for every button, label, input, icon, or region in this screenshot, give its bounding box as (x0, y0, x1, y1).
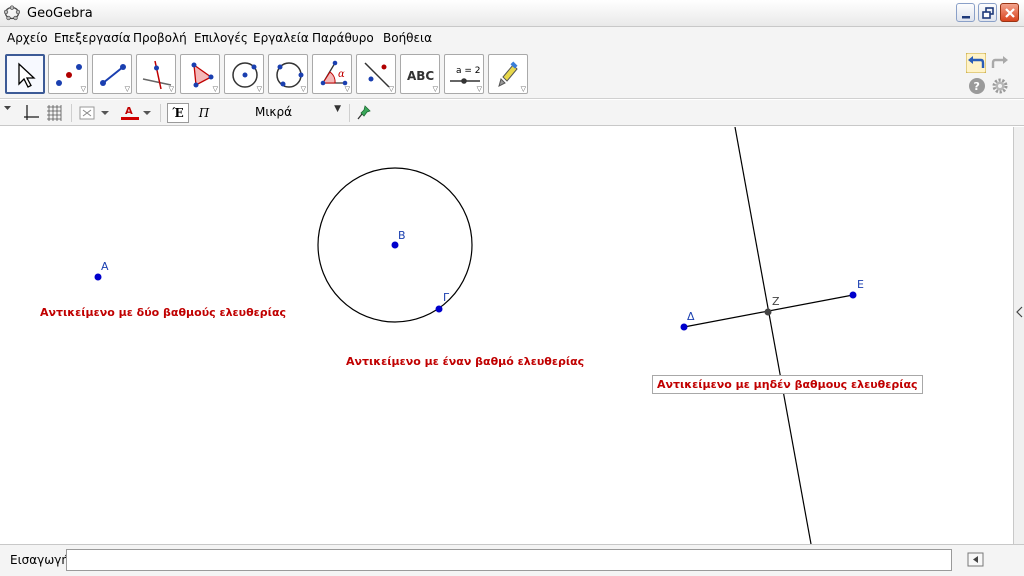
intersection-point-z[interactable] (764, 308, 772, 316)
geogebra-window: GeoGebra Αρχείο Επεξεργασία Προβολή Επιλ… (0, 0, 1024, 576)
chevron-down-icon: ▼ (334, 104, 341, 114)
point-tool-button[interactable]: ▽ (48, 54, 88, 94)
label-c: Γ (443, 291, 450, 304)
segment-tool-button[interactable]: ▽ (92, 54, 132, 94)
title-bar: GeoGebra (0, 0, 1024, 27)
toggle-axes-button[interactable] (22, 103, 40, 123)
circle-center-point-tool-button[interactable]: ▽ (224, 54, 264, 94)
angle-tool-button[interactable]: α ▽ (312, 54, 352, 94)
redo-icon (991, 56, 1008, 68)
point-b[interactable] (391, 241, 399, 249)
label-z: Z (772, 295, 780, 308)
input-label: Εισαγωγή: (10, 553, 74, 567)
grid-icon (47, 105, 62, 121)
point-c[interactable] (435, 305, 443, 313)
input-field[interactable] (66, 549, 952, 571)
label-e: E (857, 278, 864, 291)
pin-button[interactable] (355, 103, 373, 123)
style-bar: A Έ Π Μικρά ▼ (0, 100, 1024, 126)
label-a: A (101, 260, 109, 273)
restore-button[interactable] (978, 3, 997, 22)
svg-text:ABC: ABC (407, 69, 434, 83)
point-e[interactable] (849, 291, 857, 299)
label-d: Δ (687, 310, 695, 323)
menu-help[interactable]: Βοήθεια (383, 31, 432, 45)
text-color-dropdown[interactable]: A (120, 103, 154, 123)
geometry-drawing (94, 127, 857, 544)
svg-text:a = 2: a = 2 (456, 66, 481, 76)
cursor-arrow-icon (18, 62, 36, 88)
axes-icon (24, 105, 39, 120)
caption-two-dof[interactable]: Αντικείμενο με δύο βαθμούς ελευθερίας (40, 306, 286, 319)
input-help-button[interactable] (966, 551, 986, 569)
line-through-z[interactable] (734, 127, 812, 544)
undo-button[interactable] (966, 53, 986, 73)
menu-edit[interactable]: Επεξεργασία (54, 31, 131, 45)
close-button[interactable] (1000, 3, 1019, 22)
menu-tools[interactable]: Εργαλεία (253, 31, 309, 45)
gear-icon (992, 78, 1008, 94)
help-icon: ? (969, 78, 985, 94)
menu-file[interactable]: Αρχείο (7, 31, 48, 45)
point-a[interactable] (94, 273, 102, 281)
toggle-grid-button[interactable] (45, 103, 63, 123)
style-bar-toggle[interactable] (3, 103, 13, 123)
reflect-tool-button[interactable]: ▽ (356, 54, 396, 94)
redo-button[interactable] (990, 53, 1010, 73)
perpendicular-line-tool-button[interactable]: ▽ (136, 54, 176, 94)
graphics-view[interactable]: A B Γ Δ E Z Αντικείμενο με δύο βαθμούς ε… (0, 127, 1013, 544)
caption-zero-dof[interactable]: Αντικείμενο με μηδέν βαθμους ελευθερίας (652, 375, 923, 394)
label-b: B (398, 229, 406, 242)
triangle-down-icon (4, 106, 11, 110)
window-title: GeoGebra (27, 6, 93, 21)
graphics-tool-button[interactable]: ▽ (488, 54, 528, 94)
text-size-select[interactable]: Μικρά ▼ (245, 103, 345, 123)
menu-options[interactable]: Επιλογές (194, 31, 248, 45)
settings-button[interactable] (991, 77, 1011, 97)
caption-one-dof[interactable]: Αντικείμενο με έναν βαθμό ελευθερίας (346, 355, 584, 368)
text-size-value: Μικρά (255, 105, 293, 119)
toolbar: ▽ ▽ ▽ ▽ ▽ ▽ α ▽ ▽ ABC ▽ a = 2 ▽ ▽ ? (0, 49, 1024, 99)
help-button[interactable]: ? (968, 77, 988, 97)
svg-text:A: A (125, 106, 133, 117)
polygon-tool-button[interactable]: ▽ (180, 54, 220, 94)
text-tool-button[interactable]: ABC ▽ (400, 54, 440, 94)
svg-text:?: ? (974, 80, 980, 93)
point-style-icon (79, 106, 109, 120)
slider-tool-button[interactable]: a = 2 ▽ (444, 54, 484, 94)
font-color-icon: A (121, 106, 151, 120)
point-d[interactable] (680, 323, 688, 331)
input-bar: Εισαγωγή: (0, 544, 1024, 576)
minimize-button[interactable] (956, 3, 975, 22)
point-style-dropdown[interactable] (79, 103, 113, 123)
menu-view[interactable]: Προβολή (133, 31, 187, 45)
menu-window[interactable]: Παράθυρο (312, 31, 374, 45)
circle-three-points-tool-button[interactable]: ▽ (268, 54, 308, 94)
bold-button[interactable]: Έ (167, 103, 189, 123)
symbol-table-icon (967, 552, 984, 567)
italic-button[interactable]: Π (194, 103, 214, 123)
side-panel-toggle[interactable] (1013, 127, 1024, 544)
pin-icon (357, 105, 371, 120)
menu-bar: Αρχείο Επεξεργασία Προβολή Επιλογές Εργα… (0, 27, 1024, 49)
undo-icon (966, 53, 986, 73)
triangle-left-icon (1016, 306, 1023, 318)
svg-text:α: α (338, 69, 345, 80)
geogebra-logo-icon (3, 5, 21, 21)
move-tool-button[interactable] (5, 54, 45, 94)
